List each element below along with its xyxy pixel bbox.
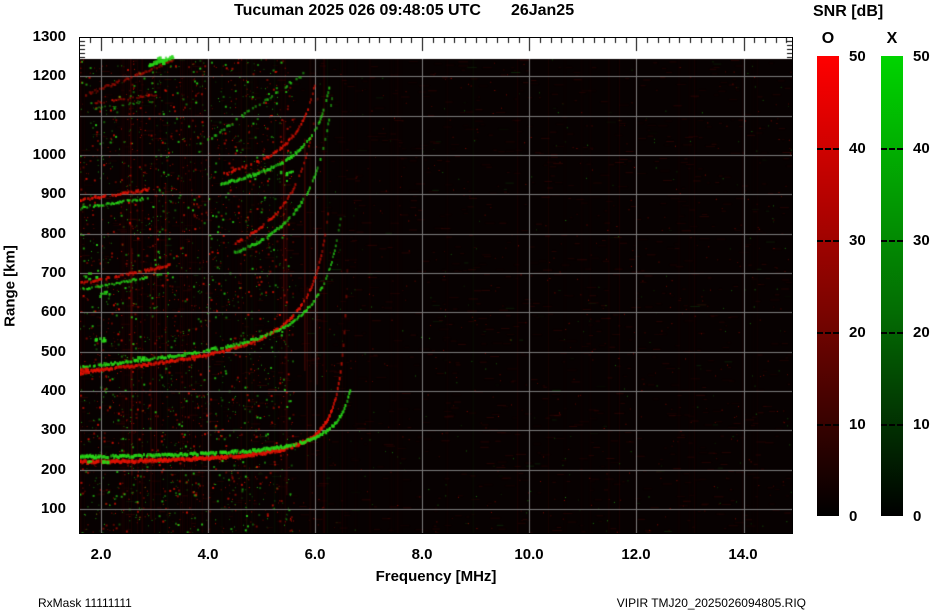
y-tick-900: 900 xyxy=(40,185,66,202)
x-axis-title: Frequency [MHz] xyxy=(375,568,497,585)
y-tick-600: 600 xyxy=(40,303,66,320)
ionogram-viewer: Tucuman 2025 026 09:48:05 UTC 26Jan25 Ran… xyxy=(0,0,932,614)
title-station-time: Tucuman 2025 026 09:48:05 UTC xyxy=(234,2,481,19)
snr-legend-title: SNR [dB] xyxy=(813,3,884,20)
x-tick-14: 14.0 xyxy=(728,546,758,563)
plot-title: Tucuman 2025 026 09:48:05 UTC 26Jan25 xyxy=(234,2,574,20)
x-bar-tick-20: 20 xyxy=(913,324,930,341)
x-tick-6: 6.0 xyxy=(304,546,326,563)
o-bar-tick-50: 50 xyxy=(849,48,866,65)
colorbar-dash-40 xyxy=(817,148,839,150)
colorbar-dash-10 xyxy=(817,424,839,426)
y-tick-1300: 1300 xyxy=(32,28,66,45)
o-bar-tick-20: 20 xyxy=(849,324,866,341)
x-tick-4: 4.0 xyxy=(197,546,219,563)
y-tick-400: 400 xyxy=(40,382,66,399)
y-tick-500: 500 xyxy=(40,343,66,360)
y-tick-800: 800 xyxy=(40,225,66,242)
rx-mask-label: RxMask 11111111 xyxy=(38,596,132,610)
y-tick-300: 300 xyxy=(40,421,66,438)
y-tick-700: 700 xyxy=(40,264,66,281)
o-bar-tick-30: 30 xyxy=(849,232,866,249)
data-file-label: VIPIR TMJ20_2025026094805.RIQ xyxy=(616,596,806,610)
x-tick-12: 12.0 xyxy=(621,546,651,563)
x-tick-2: 2.0 xyxy=(90,546,112,563)
o-mode-colorbar xyxy=(817,56,839,516)
y-tick-200: 200 xyxy=(40,461,66,478)
x-bar-tick-0: 0 xyxy=(913,508,922,525)
x-tick-8: 8.0 xyxy=(411,546,433,563)
x-mode-label: X xyxy=(886,30,898,47)
colorbar-dash-10 xyxy=(881,424,903,426)
colorbar-dash-40 xyxy=(881,148,903,150)
colorbar-dash-30 xyxy=(881,240,903,242)
x-bar-tick-50: 50 xyxy=(913,48,930,65)
x-mode-colorbar xyxy=(881,56,903,516)
o-bar-tick-40: 40 xyxy=(849,140,866,157)
colorbar-dash-20 xyxy=(881,332,903,334)
x-bar-tick-10: 10 xyxy=(913,416,930,433)
y-tick-1200: 1200 xyxy=(32,67,66,84)
y-tick-100: 100 xyxy=(40,500,66,517)
plot-area xyxy=(79,37,793,534)
o-bar-tick-10: 10 xyxy=(849,416,866,433)
x-tick-10: 10.0 xyxy=(514,546,544,563)
ionogram-canvas xyxy=(80,38,792,533)
y-tick-1100: 1100 xyxy=(33,107,66,124)
x-bar-tick-40: 40 xyxy=(913,140,930,157)
title-date: 26Jan25 xyxy=(510,2,575,19)
y-tick-1000: 1000 xyxy=(32,146,66,163)
o-mode-label: O xyxy=(821,30,835,47)
x-bar-tick-30: 30 xyxy=(913,232,930,249)
colorbar-dash-30 xyxy=(817,240,839,242)
colorbar-dash-20 xyxy=(817,332,839,334)
o-bar-tick-0: 0 xyxy=(849,508,858,525)
